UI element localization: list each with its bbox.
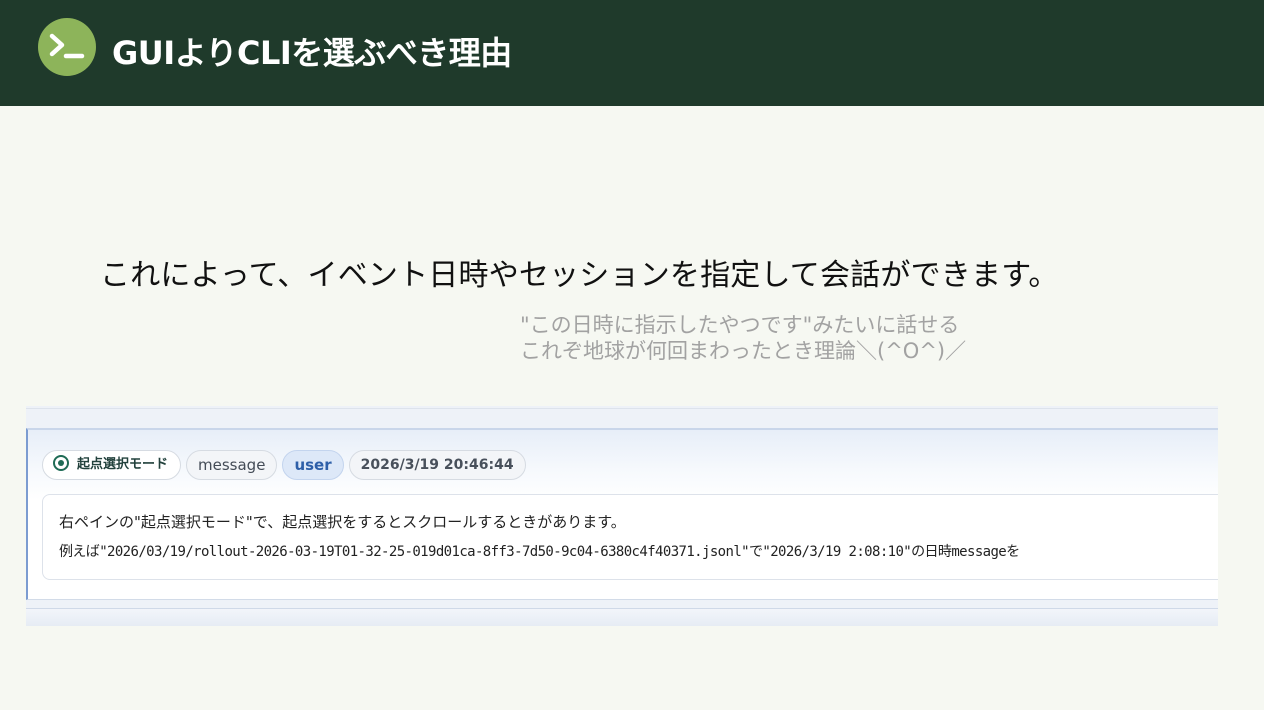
slide-title: GUIよりCLIを選ぶべき理由 xyxy=(112,34,512,72)
role-chip: user xyxy=(282,450,344,480)
message-body: 右ペインの"起点選択モード"で、起点選択をするとスクロールするときがあります。 … xyxy=(42,494,1218,580)
timestamp-chip: 2026/3/19 20:46:44 xyxy=(348,450,526,480)
origin-select-mode-chip[interactable]: 起点選択モード xyxy=(42,450,182,480)
chip-row: 起点選択モード message user 2026/3/19 20:46:44 xyxy=(42,450,531,480)
terminal-prompt-icon xyxy=(38,18,96,76)
radio-dot-icon xyxy=(53,455,69,471)
sub-note-line-2: これぞ地球が何回まわったとき理論＼(^O^)／ xyxy=(520,339,967,363)
sub-note: "この日時に指示したやつです"みたいに話せる これぞ地球が何回まわったとき理論＼… xyxy=(520,312,1060,364)
next-card-edge xyxy=(26,608,1218,626)
message-type-chip: message xyxy=(186,450,278,480)
mode-chip-label: 起点選択モード xyxy=(77,457,169,472)
slide-header: GUIよりCLIを選ぶべき理由 xyxy=(0,0,1264,106)
embedded-screenshot: 起点選択モード message user 2026/3/19 20:46:44 右ペイ… xyxy=(26,406,1218,626)
message-line-1: 右ペインの"起点選択モード"で、起点選択をするとスクロールするときがあります。 xyxy=(59,513,626,531)
main-statement: これによって、イベント日時やセッションを指定して会話ができます。 xyxy=(100,258,1059,293)
sub-note-line-1: "この日時に指示したやつです"みたいに話せる xyxy=(520,313,960,337)
message-card: 起点選択モード message user 2026/3/19 20:46:44 右ペイ… xyxy=(26,428,1218,600)
divider xyxy=(26,408,1218,409)
message-line-2: 例えば"2026/03/19/rollout-2026-03-19T01-32-… xyxy=(59,544,1020,560)
